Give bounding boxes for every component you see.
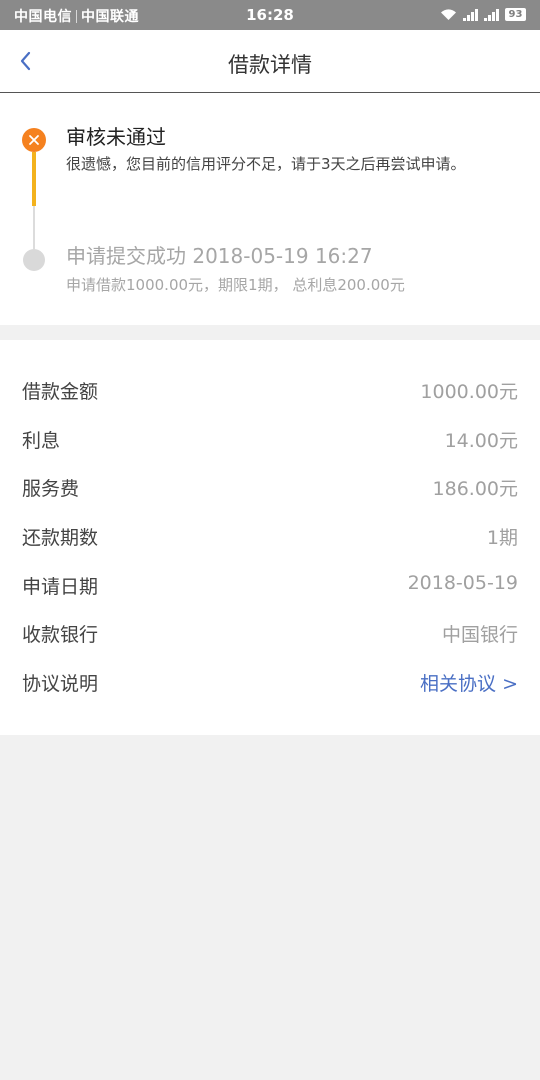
detail-value: 2018-05-19	[407, 572, 518, 594]
detail-value: 1000.00元	[420, 381, 518, 403]
detail-row-amount: 借款金额 1000.00元	[0, 370, 540, 410]
detail-row-bank: 收款银行 中国银行	[0, 613, 540, 653]
nav-bar: 借款详情	[0, 30, 540, 93]
detail-label: 协议说明	[22, 673, 99, 695]
detail-row-periods: 还款期数 1期	[0, 516, 540, 556]
timeline-connector-active	[32, 152, 36, 206]
detail-row-agreement[interactable]: 协议说明 相关协议 >	[0, 662, 540, 702]
detail-row-apply-date: 申请日期 2018-05-19	[0, 565, 540, 605]
agreement-link[interactable]: 相关协议 >	[420, 669, 518, 696]
detail-label: 借款金额	[22, 381, 99, 403]
timeline-desc-rejected: 很遗憾，您目前的信用评分不足，请于3天之后再尝试申请。	[66, 155, 466, 173]
detail-row-interest: 利息 14.00元	[0, 419, 540, 459]
signal-icon	[463, 8, 478, 21]
detail-value: 186.00元	[432, 478, 518, 500]
status-timeline: 审核未通过 很遗憾，您目前的信用评分不足，请于3天之后再尝试申请。 申请提交成功…	[0, 93, 540, 325]
detail-label: 收款银行	[22, 624, 99, 646]
detail-value: 14.00元	[444, 430, 518, 452]
status-icons: 93	[440, 8, 526, 21]
status-bar: 中国电信 中国联通 16:28 93	[0, 0, 540, 30]
detail-label: 申请日期	[22, 576, 99, 598]
timeline-node-submitted	[23, 249, 45, 271]
signal-icon-2	[484, 8, 499, 21]
detail-value: 1期	[486, 527, 518, 549]
detail-label: 利息	[22, 430, 61, 452]
timeline-node-rejected	[22, 128, 46, 152]
timeline-desc-submitted: 申请借款1000.00元，期限1期， 总利息200.00元	[66, 276, 405, 294]
detail-label: 还款期数	[22, 527, 99, 549]
detail-row-service-fee: 服务费 186.00元	[0, 467, 540, 507]
detail-value: 中国银行	[441, 624, 518, 646]
loan-details-list: 借款金额 1000.00元 利息 14.00元 服务费 186.00元 还款期数…	[0, 340, 540, 735]
detail-label: 服务费	[22, 478, 80, 500]
timeline-title-submitted: 申请提交成功 2018-05-19 16:27	[66, 244, 373, 268]
timeline-connector-inactive	[33, 206, 35, 249]
battery-icon: 93	[505, 8, 526, 21]
page-title: 借款详情	[228, 53, 312, 77]
close-icon	[29, 135, 39, 145]
wifi-icon	[441, 9, 456, 20]
timeline-title-rejected: 审核未通过	[66, 125, 166, 149]
